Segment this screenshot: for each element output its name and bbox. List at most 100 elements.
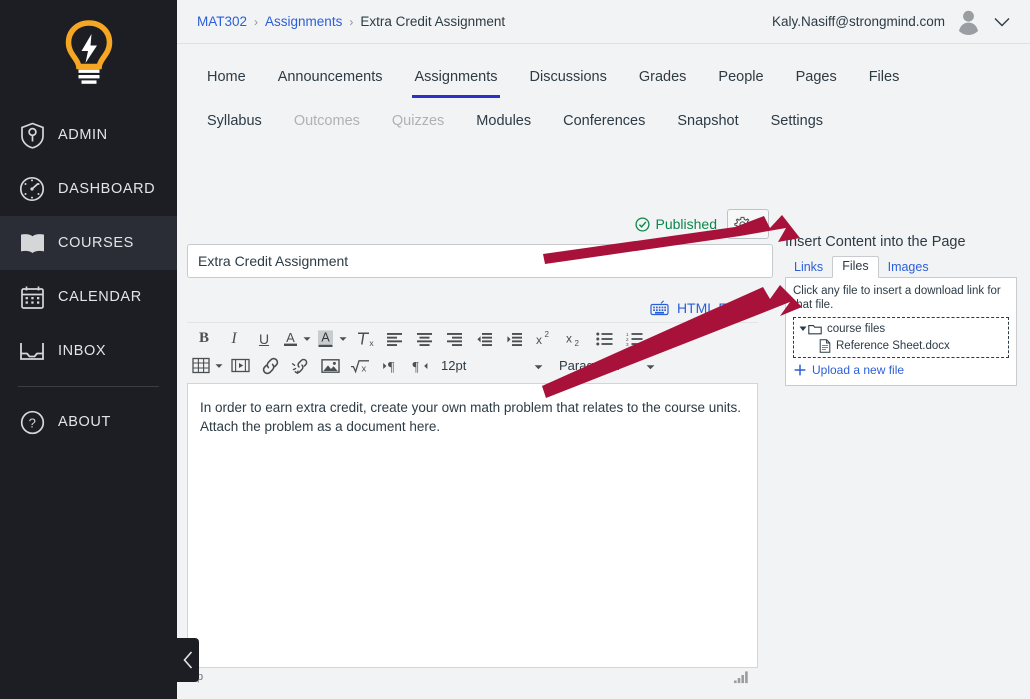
sidebar-item-label: DASHBOARD (58, 181, 156, 197)
image-icon[interactable] (315, 353, 345, 378)
status-badge-label: Published (655, 216, 718, 232)
text-color-icon[interactable]: A (279, 326, 301, 351)
inbox-tray-icon (12, 336, 52, 366)
font-size-select[interactable]: 12pt (435, 353, 553, 378)
block-format-caret-icon (646, 358, 665, 373)
numbered-list-icon[interactable]: 1 2 3 (619, 326, 649, 351)
user-email-label: Kaly.Nasiff@strongmind.com (771, 14, 945, 29)
global-navigation: ADMIN DASHBOARD COURSES CALENDAR INBOX ?… (0, 0, 199, 699)
tab-discussions[interactable]: Discussions (514, 66, 623, 88)
folder-icon (808, 323, 822, 335)
top-bar: MAT302 › Assignments › Extra Credit Assi… (177, 0, 1030, 44)
tab-settings[interactable]: Settings (755, 110, 839, 132)
assignment-description-text: In order to earn extra credit, create yo… (200, 400, 742, 434)
align-right-icon[interactable] (439, 326, 469, 351)
math-equation-icon[interactable]: x (345, 353, 375, 378)
html-editor-link[interactable]: HTML Editor (677, 300, 755, 316)
tab-snapshot[interactable]: Snapshot (661, 110, 754, 132)
font-size-value: 12pt (441, 358, 467, 373)
sidebar-item-about[interactable]: ? ABOUT (0, 395, 177, 449)
assignment-title-input[interactable] (187, 244, 773, 278)
breadcrumb-separator: › (254, 14, 259, 29)
tab-quizzes: Quizzes (391, 113, 445, 129)
sidebar-item-label: ABOUT (58, 414, 111, 430)
align-center-icon[interactable] (409, 326, 439, 351)
top-bar-right: Kaly.Nasiff@strongmind.com (772, 8, 1012, 35)
italic-icon[interactable]: I (219, 326, 249, 351)
brand-logo[interactable] (0, 0, 177, 100)
table-caret-icon[interactable] (213, 363, 225, 369)
align-left-icon[interactable] (379, 326, 409, 351)
editor-element-path: p (187, 668, 758, 686)
course-tab-row-secondary: Syllabus Outcomes Quizzes Modules Confer… (191, 110, 1030, 148)
resize-grip-icon[interactable] (734, 670, 748, 684)
sidebar-item-courses[interactable]: COURSES (0, 216, 177, 270)
tab-pages[interactable]: Pages (780, 66, 853, 88)
tab-files[interactable]: Files (853, 66, 916, 88)
svg-text:3: 3 (626, 341, 629, 345)
sidebar-item-inbox[interactable]: INBOX (0, 324, 177, 378)
editor-content-area[interactable]: In order to earn extra credit, create yo… (187, 383, 758, 668)
tab-people[interactable]: People (702, 66, 779, 88)
breadcrumb-course[interactable]: MAT302 (197, 14, 247, 29)
insert-panel-title: Insert Content into the Page (785, 234, 966, 250)
main-region: MAT302 › Assignments › Extra Credit Assi… (177, 0, 1030, 699)
tab-syllabus[interactable]: Syllabus (191, 110, 278, 132)
highlight-color-icon[interactable]: A (313, 326, 337, 351)
sidebar-item-dashboard[interactable]: DASHBOARD (0, 162, 177, 216)
upload-file-button[interactable]: Upload a new file (793, 363, 1009, 377)
svg-text:A: A (321, 330, 330, 344)
tab-links[interactable]: Links (785, 258, 832, 278)
bullet-list-icon[interactable] (589, 326, 619, 351)
indent-icon[interactable] (499, 326, 529, 351)
sidebar-collapse-button[interactable] (177, 638, 199, 682)
sidebar-item-label: INBOX (58, 343, 107, 359)
clear-formatting-icon[interactable]: x (349, 326, 379, 351)
bold-icon[interactable]: B (189, 326, 219, 351)
tab-outcomes: Outcomes (293, 113, 360, 129)
svg-text:2: 2 (575, 339, 580, 347)
superscript-icon[interactable]: x 2 (529, 326, 559, 351)
text-color-caret-icon[interactable] (301, 336, 313, 342)
subscript-icon[interactable]: x 2 (559, 326, 589, 351)
outdent-icon[interactable] (469, 326, 499, 351)
tab-conferences[interactable]: Conferences (547, 110, 661, 132)
underline-icon[interactable]: U (249, 326, 279, 351)
svg-text:2: 2 (545, 330, 550, 339)
block-format-select[interactable]: Paragraph (553, 353, 665, 378)
avatar[interactable] (955, 8, 982, 35)
sidebar-item-calendar[interactable]: CALENDAR (0, 270, 177, 324)
shield-wrench-icon (12, 120, 52, 150)
tab-files[interactable]: Files (832, 256, 879, 278)
plus-icon (793, 363, 807, 377)
check-circle-icon (634, 216, 650, 232)
speedometer-icon (12, 174, 52, 204)
caret-down-icon (754, 222, 762, 227)
user-menu-button[interactable] (992, 12, 1012, 32)
assignment-editor-column: Published Extra Credit Assignment HTML E… (187, 204, 773, 686)
upload-file-label: Upload a new file (812, 363, 905, 377)
assignment-settings-button[interactable] (727, 209, 769, 239)
sidebar-item-admin[interactable]: ADMIN (0, 108, 177, 162)
tab-grades[interactable]: Grades (623, 66, 703, 88)
tab-modules[interactable]: Modules (460, 110, 547, 132)
font-size-caret-icon (534, 358, 553, 373)
tab-announcements[interactable]: Announcements (262, 66, 399, 88)
file-tree-item-label: Reference Sheet.docx (836, 339, 950, 352)
breadcrumb-assignments[interactable]: Assignments (265, 14, 342, 29)
editor-toolbar: B I U A A x x 2 x 2 1 2 3 x ¶ ¶ 12pt Par… (187, 322, 758, 383)
rtl-direction-icon[interactable]: ¶ (405, 353, 435, 378)
tab-images[interactable]: Images (879, 258, 938, 278)
triangle-down-icon[interactable] (797, 325, 808, 332)
tab-home[interactable]: Home (191, 66, 262, 88)
file-tree-folder[interactable]: course files (797, 320, 1005, 337)
link-icon[interactable] (255, 353, 285, 378)
unlink-icon[interactable] (285, 353, 315, 378)
ltr-direction-icon[interactable]: ¶ (375, 353, 405, 378)
table-icon[interactable] (189, 353, 213, 378)
tab-assignments[interactable]: Assignments (398, 66, 513, 98)
highlight-color-caret-icon[interactable] (337, 336, 349, 342)
insert-panel-tabs: Links Files Images (785, 256, 1017, 278)
media-icon[interactable] (225, 353, 255, 378)
file-tree-item[interactable]: Reference Sheet.docx (797, 337, 1005, 354)
